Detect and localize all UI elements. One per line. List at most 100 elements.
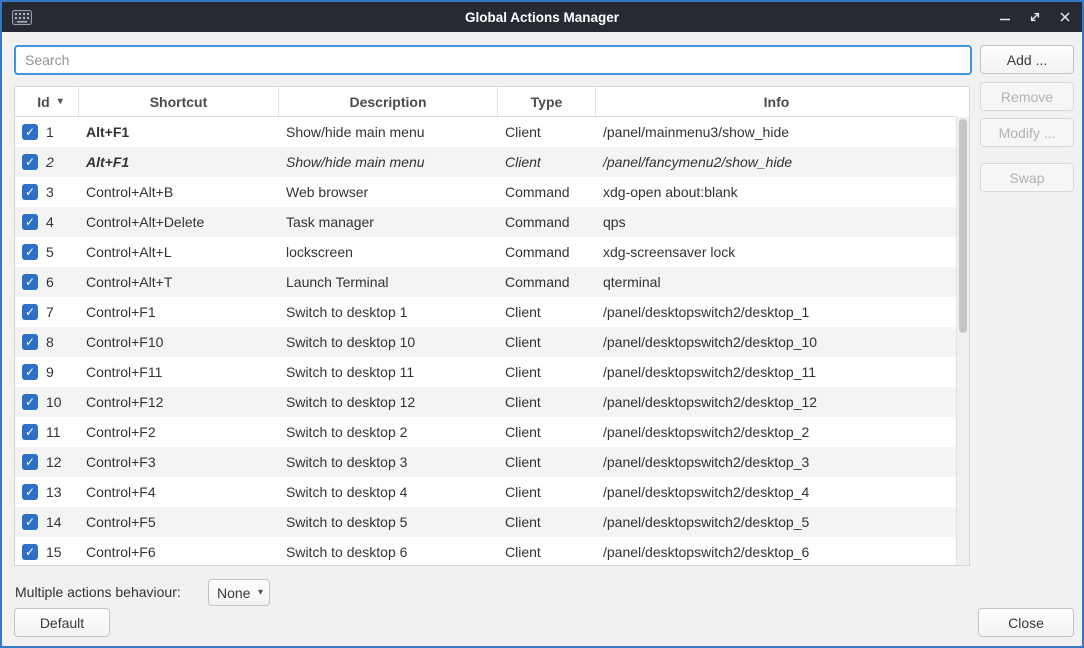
maximize-icon[interactable] — [1028, 10, 1042, 24]
row-checkbox[interactable]: ✓ — [22, 154, 38, 170]
header-info[interactable]: Info — [596, 87, 957, 116]
row-checkbox[interactable]: ✓ — [22, 244, 38, 260]
cell-info: /panel/desktopswitch2/desktop_3 — [596, 454, 957, 470]
cell-info: /panel/desktopswitch2/desktop_11 — [596, 364, 957, 380]
cell-id: ✓ 14 — [15, 514, 79, 530]
close-icon[interactable] — [1058, 10, 1072, 24]
add-button[interactable]: Add ... — [980, 45, 1074, 74]
cell-type: Command — [498, 184, 596, 200]
multiple-actions-label: Multiple actions behaviour: — [15, 579, 181, 606]
default-button[interactable]: Default — [14, 608, 110, 637]
row-id: 7 — [46, 304, 54, 320]
row-checkbox[interactable]: ✓ — [22, 454, 38, 470]
row-checkbox[interactable]: ✓ — [22, 544, 38, 560]
header-id[interactable]: Id ▾ — [15, 87, 79, 116]
row-id: 15 — [46, 544, 62, 560]
table-row[interactable]: ✓7Control+F1Switch to desktop 1Client/pa… — [15, 297, 957, 327]
window-title: Global Actions Manager — [2, 10, 1082, 25]
table-row[interactable]: ✓12Control+F3Switch to desktop 3Client/p… — [15, 447, 957, 477]
row-id: 8 — [46, 334, 54, 350]
cell-id: ✓4 — [15, 214, 79, 230]
swap-button[interactable]: Swap — [980, 163, 1074, 192]
cell-type: Command — [498, 244, 596, 260]
table-row[interactable]: ✓9Control+F11Switch to desktop 11Client/… — [15, 357, 957, 387]
table-header: Id ▾ Shortcut Description Type Info — [15, 87, 957, 117]
cell-info: xdg-open about:blank — [596, 184, 957, 200]
minimize-icon[interactable] — [998, 10, 1012, 24]
cell-type: Client — [498, 514, 596, 530]
table-body: ✓1Alt+F1Show/hide main menuClient/panel/… — [15, 117, 957, 565]
multiple-actions-dropdown[interactable]: None ▾ — [208, 579, 270, 606]
cell-id: ✓ 15 — [15, 544, 79, 560]
titlebar[interactable]: Global Actions Manager — [2, 2, 1082, 32]
row-checkbox[interactable]: ✓ — [22, 334, 38, 350]
cell-description: Switch to desktop 4 — [279, 484, 498, 500]
cell-shortcut: Control+F5 — [79, 514, 279, 530]
cell-shortcut: Alt+F1 — [79, 154, 279, 170]
vertical-scrollbar[interactable] — [956, 117, 969, 565]
row-id: 14 — [46, 514, 62, 530]
scrollbar-handle[interactable] — [959, 119, 967, 333]
header-shortcut[interactable]: Shortcut — [79, 87, 279, 116]
row-id: 10 — [46, 394, 62, 410]
cell-shortcut: Control+Alt+B — [79, 184, 279, 200]
row-checkbox[interactable]: ✓ — [22, 484, 38, 500]
cell-info: /panel/desktopswitch2/desktop_6 — [596, 544, 957, 560]
row-checkbox[interactable]: ✓ — [22, 184, 38, 200]
cell-info: xdg-screensaver lock — [596, 244, 957, 260]
cell-description: Show/hide main menu — [279, 154, 498, 170]
cell-description: Switch to desktop 12 — [279, 394, 498, 410]
cell-id: ✓ 10 — [15, 394, 79, 410]
cell-description: Switch to desktop 2 — [279, 424, 498, 440]
row-checkbox[interactable]: ✓ — [22, 514, 38, 530]
cell-info: qps — [596, 214, 957, 230]
cell-type: Client — [498, 424, 596, 440]
cell-id: ✓8 — [15, 334, 79, 350]
keyboard-icon[interactable] — [12, 10, 32, 25]
cell-id: ✓1 — [15, 124, 79, 140]
row-checkbox[interactable]: ✓ — [22, 274, 38, 290]
row-id: 9 — [46, 364, 54, 380]
cell-shortcut: Control+Alt+T — [79, 274, 279, 290]
cell-shortcut: Control+F3 — [79, 454, 279, 470]
cell-id: ✓9 — [15, 364, 79, 380]
table-row[interactable]: ✓4Control+Alt+DeleteTask managerCommandq… — [15, 207, 957, 237]
row-checkbox[interactable]: ✓ — [22, 214, 38, 230]
table-row[interactable]: ✓3Control+Alt+BWeb browserCommandxdg-ope… — [15, 177, 957, 207]
row-checkbox[interactable]: ✓ — [22, 124, 38, 140]
row-id: 5 — [46, 244, 54, 260]
table-row[interactable]: ✓6Control+Alt+TLaunch TerminalCommandqte… — [15, 267, 957, 297]
cell-type: Command — [498, 214, 596, 230]
table-row[interactable]: ✓1Alt+F1Show/hide main menuClient/panel/… — [15, 117, 957, 147]
row-checkbox[interactable]: ✓ — [22, 424, 38, 440]
cell-type: Client — [498, 544, 596, 560]
row-checkbox[interactable]: ✓ — [22, 304, 38, 320]
modify-button[interactable]: Modify ... — [980, 118, 1074, 147]
table-row[interactable]: ✓5Control+Alt+LlockscreenCommandxdg-scre… — [15, 237, 957, 267]
table-row[interactable]: ✓13Control+F4Switch to desktop 4Client/p… — [15, 477, 957, 507]
table-row[interactable]: ✓15Control+F6Switch to desktop 6Client/p… — [15, 537, 957, 565]
remove-button[interactable]: Remove — [980, 82, 1074, 111]
row-id: 3 — [46, 184, 54, 200]
header-type[interactable]: Type — [498, 87, 596, 116]
header-description[interactable]: Description — [279, 87, 498, 116]
table-row[interactable]: ✓14Control+F5Switch to desktop 5Client/p… — [15, 507, 957, 537]
row-id: 13 — [46, 484, 62, 500]
table-row[interactable]: ✓2Alt+F1Show/hide main menuClient/panel/… — [15, 147, 957, 177]
cell-id: ✓ 13 — [15, 484, 79, 500]
cell-shortcut: Control+Alt+Delete — [79, 214, 279, 230]
cell-description: Show/hide main menu — [279, 124, 498, 140]
row-checkbox[interactable]: ✓ — [22, 394, 38, 410]
row-checkbox[interactable]: ✓ — [22, 364, 38, 380]
cell-description: Task manager — [279, 214, 498, 230]
cell-shortcut: Control+F10 — [79, 334, 279, 350]
cell-info: /panel/desktopswitch2/desktop_5 — [596, 514, 957, 530]
row-id: 1 — [46, 124, 54, 140]
global-actions-manager-window: Global Actions Manager Add ... — [0, 0, 1084, 648]
search-input[interactable] — [14, 45, 972, 75]
table-row[interactable]: ✓8Control+F10Switch to desktop 10Client/… — [15, 327, 957, 357]
table-row[interactable]: ✓11Control+F2Switch to desktop 2Client/p… — [15, 417, 957, 447]
cell-id: ✓2 — [15, 154, 79, 170]
close-button[interactable]: Close — [978, 608, 1074, 637]
table-row[interactable]: ✓10Control+F12Switch to desktop 12Client… — [15, 387, 957, 417]
